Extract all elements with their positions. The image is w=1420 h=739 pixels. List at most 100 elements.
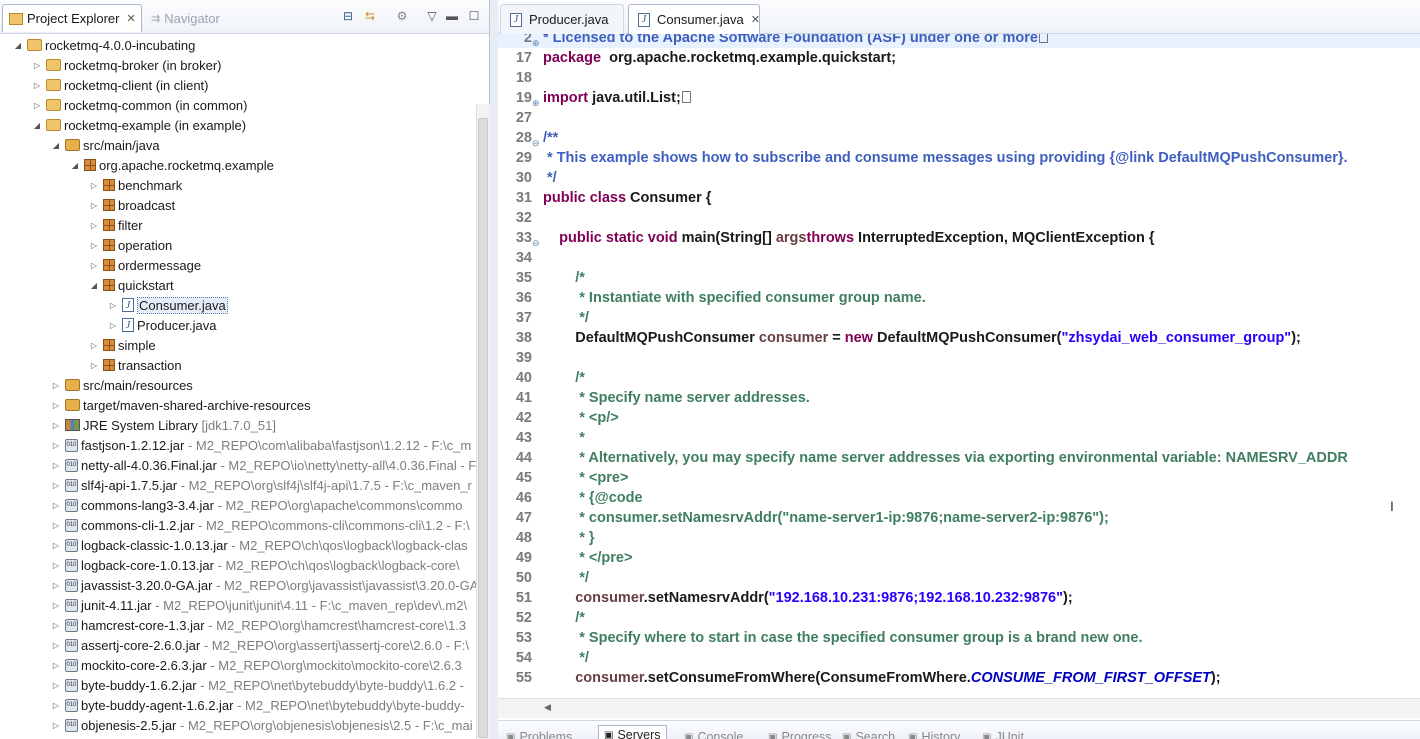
close-icon[interactable]: ✕ bbox=[751, 13, 760, 26]
tree-item[interactable]: ▷ simple bbox=[88, 335, 156, 355]
code-line[interactable]: 42 * <p/> bbox=[498, 408, 1420, 428]
collapsed-arrow-icon[interactable]: ▷ bbox=[88, 261, 100, 270]
tree-item[interactable]: ▷ 010 hamcrest-core-1.3.jar - M2_REPO\org\… bbox=[50, 615, 466, 635]
tree-item[interactable]: ▷ broadcast bbox=[88, 195, 175, 215]
tab-consumer-java[interactable]: J Consumer.java ✕ bbox=[628, 4, 760, 34]
tree-item[interactable]: ▷ transaction bbox=[88, 355, 182, 375]
collapsed-arrow-icon[interactable]: ▷ bbox=[50, 561, 62, 570]
panel-divider[interactable] bbox=[490, 0, 498, 739]
tree-item[interactable]: ▷ operation bbox=[88, 235, 172, 255]
tree-item[interactable]: ▷ 010 netty-all-4.0.36.Final.jar - M2_REPO… bbox=[50, 455, 476, 475]
tree-item[interactable]: ▷ 010 commons-lang3-3.4.jar - M2_REPO\org\… bbox=[50, 495, 463, 515]
tree-item[interactable]: ▷ 010 assertj-core-2.6.0.jar - M2_REPO\org… bbox=[50, 635, 469, 655]
collapsed-arrow-icon[interactable]: ▷ bbox=[88, 181, 100, 190]
code-line[interactable]: 2 ⊕ * Licensed to the Apache Software Foun… bbox=[498, 34, 1420, 48]
collapse-all-icon[interactable]: ⊟ bbox=[340, 8, 356, 24]
tree-item[interactable]: ◢ src/main/java bbox=[50, 135, 160, 155]
tree-item[interactable]: ▷ ordermessage bbox=[88, 255, 201, 275]
collapsed-arrow-icon[interactable]: ▷ bbox=[31, 81, 43, 90]
collapsed-arrow-icon[interactable]: ▷ bbox=[50, 721, 62, 730]
collapsed-arrow-icon[interactable]: ▷ bbox=[50, 401, 62, 410]
collapsed-arrow-icon[interactable]: ▷ bbox=[31, 101, 43, 110]
tree-item[interactable]: ▷ rocketmq-common (in common) bbox=[31, 95, 248, 115]
code-line[interactable]: 32 bbox=[498, 208, 1420, 228]
tree-item[interactable]: ◢ quickstart bbox=[88, 275, 174, 295]
collapsed-arrow-icon[interactable]: ▷ bbox=[88, 341, 100, 350]
code-line[interactable]: 45 * <pre> bbox=[498, 468, 1420, 488]
collapsed-arrow-icon[interactable]: ▷ bbox=[50, 481, 62, 490]
collapsed-arrow-icon[interactable]: ▷ bbox=[88, 201, 100, 210]
collapsed-arrow-icon[interactable]: ▷ bbox=[107, 321, 119, 330]
folded-code-icon[interactable] bbox=[1038, 34, 1048, 43]
close-icon[interactable]: ✕ bbox=[126, 12, 135, 25]
tab-project-explorer[interactable]: Project Explorer ✕ bbox=[2, 4, 142, 32]
tree-item[interactable]: ▷ J Consumer.java bbox=[107, 295, 228, 315]
collapsed-arrow-icon[interactable]: ▷ bbox=[50, 501, 62, 510]
code-line[interactable]: 36 * Instantiate with specified consumer… bbox=[498, 288, 1420, 308]
tab-producer-java[interactable]: J Producer.java bbox=[500, 4, 624, 34]
collapsed-arrow-icon[interactable]: ▷ bbox=[50, 421, 62, 430]
code-line[interactable]: 43 * bbox=[498, 428, 1420, 448]
expanded-arrow-icon[interactable]: ◢ bbox=[88, 281, 100, 290]
tree-item[interactable]: ◢ rocketmq-example (in example) bbox=[31, 115, 246, 135]
tree-item[interactable]: ▷ benchmark bbox=[88, 175, 182, 195]
code-line[interactable]: 34 bbox=[498, 248, 1420, 268]
tree-scrollbar-thumb[interactable] bbox=[478, 118, 488, 738]
bottom-tab[interactable]: ▣ Search bbox=[842, 730, 895, 739]
code-line[interactable]: 31 public class Consumer { bbox=[498, 188, 1420, 208]
tree-item[interactable]: ▷ src/main/resources bbox=[50, 375, 193, 395]
expanded-arrow-icon[interactable]: ◢ bbox=[12, 41, 24, 50]
tree-item[interactable]: ◢ rocketmq-4.0.0-incubating bbox=[12, 35, 195, 55]
bottom-tab[interactable]: ▣ History bbox=[908, 730, 960, 739]
expanded-arrow-icon[interactable]: ◢ bbox=[31, 121, 43, 130]
code-line[interactable]: 51 consumer.setNamesrvAddr("192.168.10.2… bbox=[498, 588, 1420, 608]
tree-item[interactable]: ▷ filter bbox=[88, 215, 143, 235]
code-line[interactable]: 54 */ bbox=[498, 648, 1420, 668]
code-line[interactable]: 52 /* bbox=[498, 608, 1420, 628]
code-line[interactable]: 30 */ bbox=[498, 168, 1420, 188]
collapsed-arrow-icon[interactable]: ▷ bbox=[50, 441, 62, 450]
code-line[interactable]: 55 consumer.setConsumeFromWhere(ConsumeF… bbox=[498, 668, 1420, 688]
tree-item[interactable]: ▷ target/maven-shared-archive-resources bbox=[50, 395, 311, 415]
tree-item[interactable]: ▷ 010 javassist-3.20.0-GA.jar - M2_REPO\or… bbox=[50, 575, 476, 595]
collapsed-arrow-icon[interactable]: ▷ bbox=[107, 301, 119, 310]
bottom-tab[interactable]: ▣ Progress bbox=[768, 730, 831, 739]
code-line[interactable]: 28 ⊖/** bbox=[498, 128, 1420, 148]
minimize-icon[interactable]: ▬ bbox=[444, 8, 460, 24]
code-line[interactable]: 40 /* bbox=[498, 368, 1420, 388]
maximize-icon[interactable]: ☐ bbox=[466, 8, 482, 24]
tab-navigator[interactable]: ⇉ Navigator bbox=[145, 4, 245, 32]
expanded-arrow-icon[interactable]: ◢ bbox=[69, 161, 81, 170]
bottom-tab[interactable]: ▣ Servers bbox=[598, 725, 667, 739]
tree-item[interactable]: ▷ J Producer.java bbox=[107, 315, 217, 335]
code-line[interactable]: 46 * {@code bbox=[498, 488, 1420, 508]
code-line[interactable]: 44 * Alternatively, you may specify name… bbox=[498, 448, 1420, 468]
collapsed-arrow-icon[interactable]: ▷ bbox=[50, 381, 62, 390]
tree-item[interactable]: ▷ rocketmq-broker (in broker) bbox=[31, 55, 222, 75]
link-with-editor-icon[interactable]: ⇆ bbox=[362, 8, 378, 24]
collapsed-arrow-icon[interactable]: ▷ bbox=[50, 701, 62, 710]
tree-item[interactable]: ▷ 010 logback-classic-1.0.13.jar - M2_REPO… bbox=[50, 535, 468, 555]
code-line[interactable]: 29 * This example shows how to subscribe… bbox=[498, 148, 1420, 168]
collapsed-arrow-icon[interactable]: ▷ bbox=[50, 641, 62, 650]
tree-item[interactable]: ▷ JRE System Library [jdk1.7.0_51] bbox=[50, 415, 276, 435]
tree-item[interactable]: ▷ 010 byte-buddy-agent-1.6.2.jar - M2_REPO… bbox=[50, 695, 465, 715]
collapsed-arrow-icon[interactable]: ▷ bbox=[50, 541, 62, 550]
view-menu-icon[interactable]: ▽ bbox=[424, 8, 440, 24]
bottom-tab[interactable]: ▣ Problems bbox=[506, 730, 572, 739]
code-line[interactable]: 27 bbox=[498, 108, 1420, 128]
collapsed-arrow-icon[interactable]: ▷ bbox=[50, 621, 62, 630]
bottom-tab[interactable]: ▣ Console bbox=[684, 730, 743, 739]
collapsed-arrow-icon[interactable]: ▷ bbox=[88, 241, 100, 250]
code-line[interactable]: 53 * Specify where to start in case the … bbox=[498, 628, 1420, 648]
code-line[interactable]: 41 * Specify name server addresses. bbox=[498, 388, 1420, 408]
tree-item[interactable]: ▷ 010 commons-cli-1.2.jar - M2_REPO\common… bbox=[50, 515, 470, 535]
collapsed-arrow-icon[interactable]: ▷ bbox=[88, 361, 100, 370]
tree-item[interactable]: ▷ 010 objenesis-2.5.jar - M2_REPO\org\obje… bbox=[50, 715, 473, 735]
code-line[interactable]: 35 /* bbox=[498, 268, 1420, 288]
collapsed-arrow-icon[interactable]: ▷ bbox=[50, 681, 62, 690]
code-line[interactable]: 33 ⊖ public static void main(String[] arg… bbox=[498, 228, 1420, 248]
bottom-tab[interactable]: ▣ JUnit bbox=[982, 730, 1024, 739]
collapsed-arrow-icon[interactable]: ▷ bbox=[50, 581, 62, 590]
collapsed-arrow-icon[interactable]: ▷ bbox=[50, 461, 62, 470]
